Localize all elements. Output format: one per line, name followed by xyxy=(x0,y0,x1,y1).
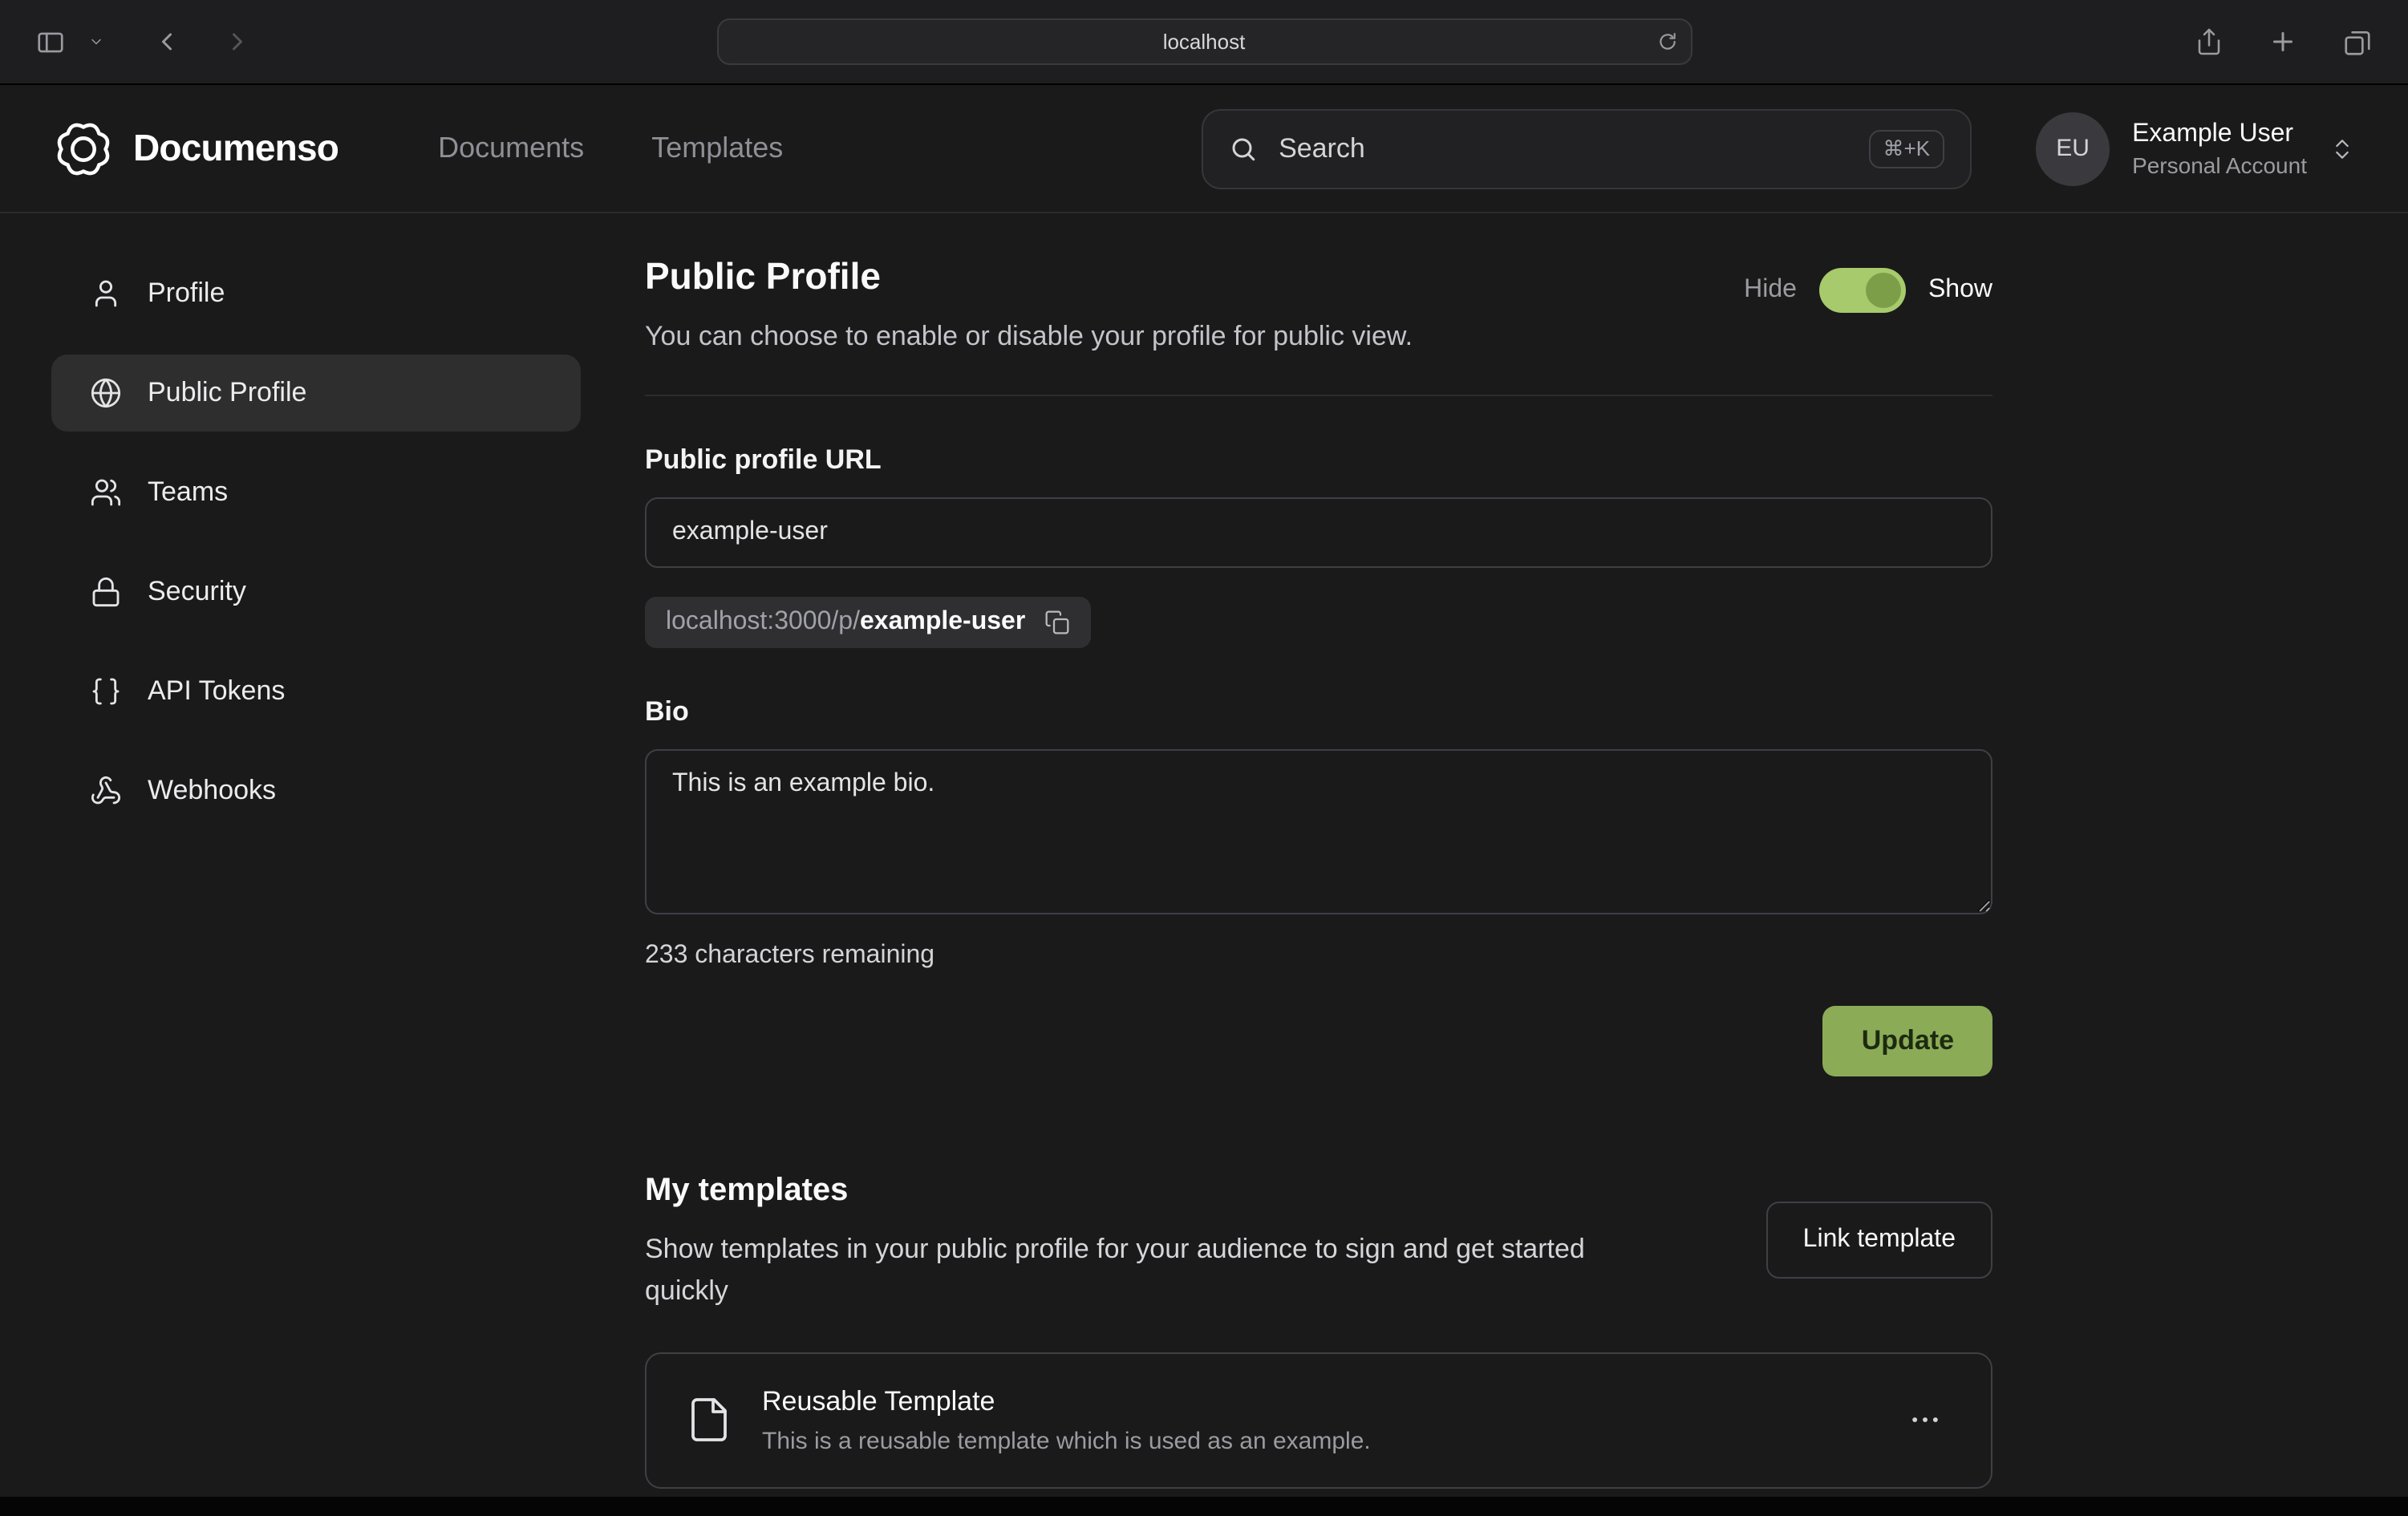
page-subtitle: You can choose to enable or disable your… xyxy=(645,321,1413,353)
avatar: EU xyxy=(2036,111,2110,185)
search-placeholder: Search xyxy=(1279,132,1847,164)
sidebar-item-api-tokens[interactable]: API Tokens xyxy=(51,653,581,730)
sidebar-item-label: Public Profile xyxy=(148,377,306,409)
account-name: Example User xyxy=(2132,120,2307,148)
toggle-knob xyxy=(1866,273,1901,308)
search-icon xyxy=(1229,134,1258,163)
public-profile-url-input[interactable] xyxy=(645,497,1992,568)
forward-icon[interactable] xyxy=(217,21,258,63)
share-icon[interactable] xyxy=(2188,21,2230,63)
sidebar-toggle-icon[interactable] xyxy=(29,20,72,63)
sidebar-item-label: Profile xyxy=(148,278,225,310)
sidebar-item-label: Teams xyxy=(148,476,228,509)
app-header: Documenso Documents Templates Search ⌘+K… xyxy=(0,85,2408,213)
screenshot-stage: localhost Documen xyxy=(0,0,2408,1516)
page-title: Public Profile xyxy=(645,255,1413,298)
braces-icon xyxy=(90,675,122,707)
browser-window: localhost Documen xyxy=(0,0,2408,1516)
webhook-icon xyxy=(90,775,122,807)
copy-icon[interactable] xyxy=(1044,610,1070,635)
link-template-button[interactable]: Link template xyxy=(1766,1202,1992,1279)
globe-icon xyxy=(90,377,122,409)
toolbar-chevron-down-icon[interactable] xyxy=(82,27,111,56)
back-icon[interactable] xyxy=(146,21,188,63)
settings-sidebar: Profile Public Profile Teams Security xyxy=(51,255,581,1488)
nav-documents[interactable]: Documents xyxy=(438,132,584,165)
profile-visibility-toggle[interactable] xyxy=(1819,268,1906,313)
sidebar-item-security[interactable]: Security xyxy=(51,553,581,630)
account-menu[interactable]: EU Example User Personal Account xyxy=(2036,111,2355,185)
url-prefix: localhost:3000/p/ xyxy=(666,608,860,635)
window-bottom-edge xyxy=(0,1497,2408,1516)
settings-page: Profile Public Profile Teams Security xyxy=(0,213,2408,1488)
file-icon xyxy=(685,1396,733,1444)
bio-textarea[interactable]: This is an example bio. xyxy=(645,749,1992,914)
toggle-hide-label: Hide xyxy=(1744,276,1797,305)
tab-overview-icon[interactable] xyxy=(2336,20,2379,63)
documenso-logo-icon xyxy=(53,118,114,179)
main-nav: Documents Templates xyxy=(438,132,783,165)
sidebar-item-public-profile[interactable]: Public Profile xyxy=(51,355,581,432)
account-type: Personal Account xyxy=(2132,152,2307,177)
my-templates-description: Show templates in your public profile fo… xyxy=(645,1229,1672,1313)
users-icon xyxy=(90,476,122,509)
user-icon xyxy=(90,278,122,310)
brand-name: Documenso xyxy=(133,127,338,170)
my-templates-title: My templates xyxy=(645,1173,1672,1210)
nav-templates[interactable]: Templates xyxy=(651,132,783,165)
update-button[interactable]: Update xyxy=(1823,1006,1992,1076)
url-slug: example-user xyxy=(860,608,1025,635)
characters-remaining: 233 characters remaining xyxy=(645,942,1992,971)
toggle-show-label: Show xyxy=(1928,276,1992,305)
more-options-icon[interactable] xyxy=(1898,1392,1952,1447)
new-tab-icon[interactable] xyxy=(2262,21,2304,63)
url-text: localhost xyxy=(1163,30,1246,54)
public-profile-section: Public Profile You can choose to enable … xyxy=(645,255,1992,1488)
sidebar-item-label: Security xyxy=(148,576,246,608)
sidebar-item-label: API Tokens xyxy=(148,675,285,707)
template-name: Reusable Template xyxy=(762,1385,1898,1417)
section-divider xyxy=(645,395,1992,396)
sidebar-item-teams[interactable]: Teams xyxy=(51,454,581,531)
sidebar-item-label: Webhooks xyxy=(148,775,276,807)
profile-url-preview: localhost:3000/p/example-user xyxy=(645,597,1091,648)
reload-icon[interactable] xyxy=(1656,31,1677,52)
template-description: This is a reusable template which is use… xyxy=(762,1427,1898,1454)
search-shortcut-badge: ⌘+K xyxy=(1869,129,1945,168)
bio-field-label: Bio xyxy=(645,696,1992,728)
chevrons-up-down-icon xyxy=(2329,136,2355,161)
search-input[interactable]: Search ⌘+K xyxy=(1202,108,1972,188)
sidebar-item-webhooks[interactable]: Webhooks xyxy=(51,752,581,829)
sidebar-item-profile[interactable]: Profile xyxy=(51,255,581,332)
template-card: Reusable Template This is a reusable tem… xyxy=(645,1352,1992,1488)
url-field-label: Public profile URL xyxy=(645,444,1992,476)
visibility-toggle-row: Hide Show xyxy=(1744,268,1992,313)
url-bar[interactable]: localhost xyxy=(716,18,1692,65)
lock-icon xyxy=(90,576,122,608)
brand[interactable]: Documenso xyxy=(53,118,338,179)
browser-toolbar: localhost xyxy=(0,0,2408,85)
